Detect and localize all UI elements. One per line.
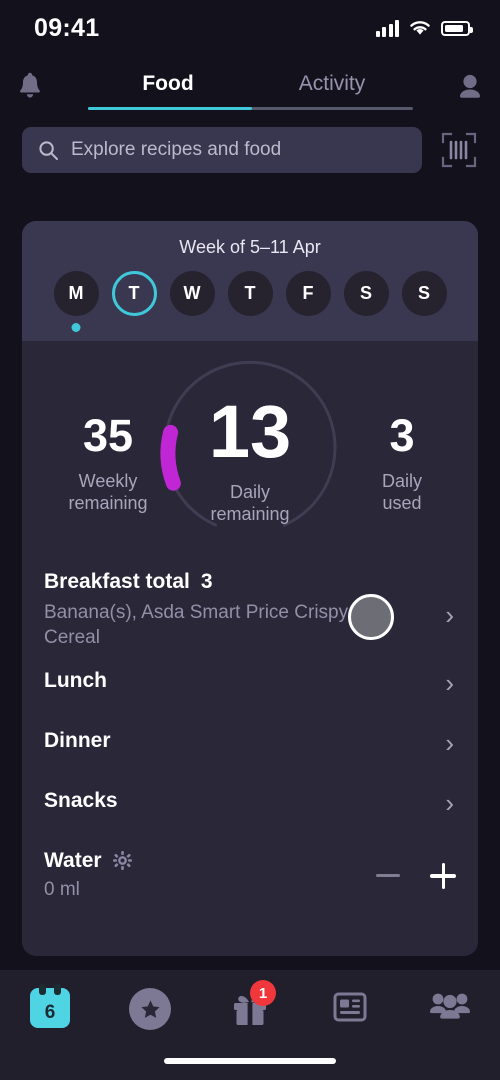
day-letter: S	[359, 283, 372, 303]
search-icon	[39, 140, 58, 160]
home-indicator	[164, 1058, 336, 1064]
water-stepper	[376, 862, 456, 889]
day-chip-thu[interactable]: T	[227, 271, 273, 316]
meal-row-dinner[interactable]: Dinner ›	[44, 711, 456, 771]
battery-icon	[441, 20, 473, 36]
week-selector: Week of 5–11 Apr M T W T F S S	[22, 221, 478, 341]
day-letter: T	[244, 283, 256, 303]
gear-icon[interactable]	[112, 851, 132, 871]
rewards-badge: 1	[250, 980, 276, 1006]
chevron-right-icon: ›	[445, 727, 454, 758]
user-avatar-icon	[460, 74, 480, 98]
day-chip-mon[interactable]: M	[53, 271, 99, 332]
chevron-right-icon: ›	[445, 600, 454, 630]
touch-cursor-indicator	[348, 594, 394, 640]
meal-row-lunch[interactable]: Lunch ›	[44, 651, 456, 711]
day-letter: S	[417, 283, 430, 303]
nav-item-news[interactable]	[300, 988, 400, 1026]
water-amount: 0 ml	[44, 878, 80, 900]
wifi-icon	[410, 21, 430, 35]
chevron-right-icon: ›	[445, 787, 454, 818]
week-label: Week of 5–11 Apr	[179, 237, 321, 257]
tab-bar: Food Activity	[60, 72, 440, 102]
tab-food[interactable]: Food	[86, 72, 250, 102]
weekly-remaining-label: Weekly remaining	[68, 471, 148, 513]
barcode-scanner-icon	[441, 132, 477, 168]
weekly-remaining-value: 35	[82, 410, 134, 461]
search-row: Explore recipes and food	[0, 118, 500, 182]
water-info: Water 0 ml	[44, 849, 132, 901]
search-placeholder: Explore recipes and food	[71, 139, 282, 160]
breakfast-total-value: 3	[200, 570, 213, 593]
nav-item-today[interactable]: 6	[0, 984, 100, 1028]
profile-button[interactable]	[440, 61, 500, 113]
day-letter: M	[68, 283, 84, 303]
tab-activity[interactable]: Activity	[250, 72, 414, 102]
day-letter: W	[183, 283, 201, 303]
day-letter: T	[128, 283, 140, 303]
star-icon	[140, 999, 160, 1018]
water-increase-button[interactable]	[430, 862, 456, 889]
day-chips: M T W T F S S	[22, 271, 478, 332]
barcode-scan-button[interactable]	[436, 127, 482, 173]
day-dot-indicator	[71, 323, 81, 332]
calendar-icon: 6	[30, 984, 70, 1028]
star-circle-icon	[129, 988, 171, 1030]
cellular-bars-icon	[375, 19, 399, 37]
water-row: Water 0 ml	[44, 831, 456, 901]
status-time: 09:41	[34, 13, 100, 42]
budget-summary: 35 Weekly remaining 13 Daily remaining 3…	[22, 341, 478, 556]
notifications-button[interactable]	[0, 61, 60, 113]
search-input[interactable]: Explore recipes and food	[22, 127, 422, 173]
day-chip-sat[interactable]: S	[343, 271, 389, 316]
dinner-title: Dinner	[44, 728, 111, 752]
weekly-remaining-stat: 35 Weekly remaining	[48, 413, 168, 515]
meal-list: Breakfast total 3 Banana(s), Asda Smart …	[22, 556, 478, 901]
daily-used-label: Daily used	[381, 471, 422, 513]
status-indicators	[375, 19, 473, 37]
nav-item-community[interactable]	[400, 988, 500, 1026]
day-chip-sun[interactable]: S	[401, 271, 447, 316]
breakfast-title: Breakfast total 3	[44, 570, 213, 593]
snacks-title: Snacks	[44, 788, 118, 812]
day-chip-wed[interactable]: W	[169, 271, 215, 316]
meal-row-breakfast[interactable]: Breakfast total 3 Banana(s), Asda Smart …	[44, 556, 456, 651]
daily-remaining-label: Daily remaining	[210, 482, 290, 524]
article-icon	[333, 992, 367, 1022]
meal-row-snacks[interactable]: Snacks ›	[44, 771, 456, 831]
breakfast-items: Banana(s), Asda Smart Price Crispy Rice …	[44, 602, 392, 649]
water-title: Water	[44, 849, 132, 873]
day-letter: F	[302, 283, 314, 303]
lunch-title: Lunch	[44, 668, 107, 692]
diary-card: Week of 5–11 Apr M T W T F S S 35 Weekly…	[22, 221, 478, 956]
nav-item-favorites[interactable]	[100, 988, 200, 1030]
daily-used-value: 3	[389, 410, 415, 461]
daily-remaining-value: 13	[208, 390, 292, 473]
daily-remaining-stat: 13 Daily remaining	[175, 395, 325, 526]
nav-item-rewards[interactable]: 1	[200, 980, 300, 1030]
day-chip-fri[interactable]: F	[285, 271, 331, 316]
water-decrease-button[interactable]	[376, 874, 400, 878]
day-chip-tue[interactable]: T	[111, 271, 157, 316]
tab-indicator	[88, 107, 413, 110]
calendar-day-number: 6	[44, 1002, 56, 1023]
bell-icon	[20, 72, 40, 98]
status-bar: 09:41	[0, 0, 500, 56]
people-icon	[430, 993, 470, 1019]
chevron-right-icon: ›	[445, 667, 454, 698]
app-header: Food Activity	[0, 56, 500, 118]
app-screen: 09:41 Food Activity Explore recipes and …	[0, 0, 500, 1080]
daily-used-stat: 3 Daily used	[342, 413, 462, 515]
